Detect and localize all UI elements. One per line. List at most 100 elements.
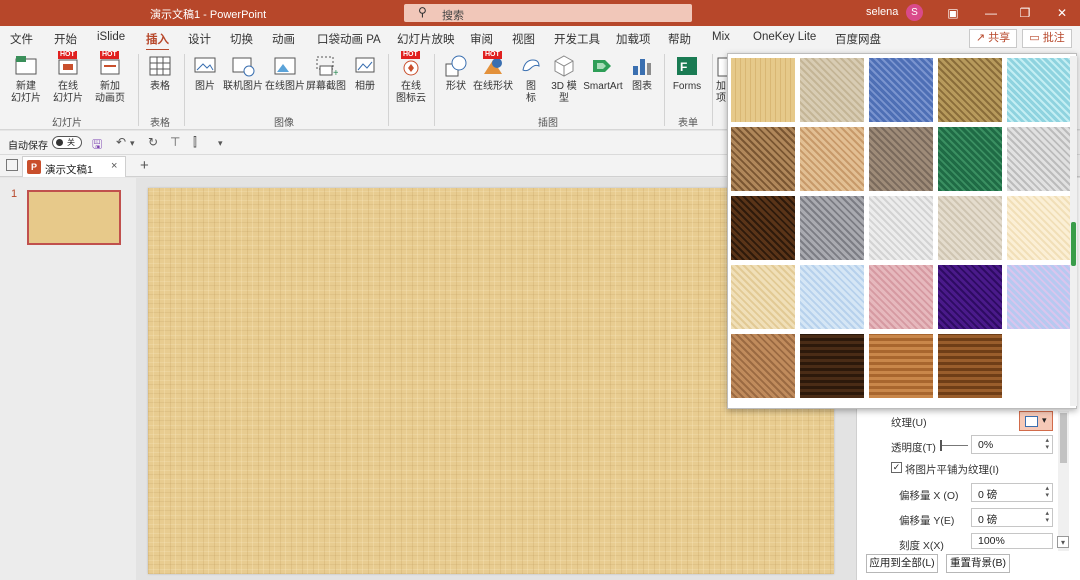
tab-review[interactable]: 审阅 — [470, 31, 493, 47]
user-name[interactable]: selena — [866, 6, 898, 18]
texture-swatch-brown-marble[interactable] — [731, 196, 795, 260]
comment-button[interactable]: ▭ 批注 — [1022, 29, 1072, 48]
texture-swatch-newsprint[interactable] — [869, 196, 933, 260]
texture-swatch-green-marble[interactable] — [938, 127, 1002, 191]
3d-model-button[interactable]: 3D 模 型 — [548, 54, 580, 105]
redo-icon[interactable]: ↻ — [148, 135, 158, 149]
tab-help[interactable]: 帮助 — [668, 31, 691, 47]
screenshot-button[interactable]: + 屏幕截图 — [306, 54, 346, 93]
album-button[interactable]: 相册 — [350, 54, 380, 93]
texture-swatch-white-marble[interactable] — [1007, 127, 1071, 191]
table-button[interactable]: 表格 — [145, 54, 175, 93]
transparency-slider[interactable] — [940, 440, 968, 451]
stepper-icon[interactable]: ▴ ▾ — [1045, 437, 1049, 451]
texture-swatch-pink-tissue-paper[interactable] — [869, 265, 933, 329]
texture-swatch-bouquet[interactable] — [1007, 265, 1071, 329]
ribbon-display-icon[interactable]: ▣ — [944, 4, 962, 22]
texture-swatch-medium-wood[interactable] — [938, 334, 1002, 398]
tab-mix[interactable]: Mix — [712, 31, 730, 43]
tab-view[interactable]: 视图 — [512, 31, 535, 47]
pane-scroll-thumb[interactable] — [1060, 413, 1067, 463]
scroll-down-icon[interactable]: ▾ — [1057, 536, 1069, 548]
texture-swatch-sand[interactable] — [869, 127, 933, 191]
icons-button[interactable]: 图 标 — [518, 54, 544, 105]
online-image-button[interactable]: 在线图片 — [265, 54, 305, 93]
tab-islide[interactable]: iSlide — [97, 31, 125, 43]
online-picture-button[interactable]: 联机图片 — [223, 54, 263, 93]
tab-design[interactable]: 设计 — [188, 31, 211, 47]
customize-qat-icon[interactable]: ▾ — [218, 138, 223, 149]
search-box[interactable]: ⚲ 搜索 — [404, 4, 692, 22]
slide-thumbnail[interactable] — [27, 190, 121, 245]
texture-swatch-water-droplets[interactable] — [1007, 58, 1071, 122]
tab-developer[interactable]: 开发工具 — [554, 31, 600, 47]
stepper-icon[interactable]: ▴ ▾ — [1045, 510, 1049, 524]
offset-x-field[interactable]: 0 磅 ▴ ▾ — [971, 483, 1053, 502]
tab-file[interactable]: 文件 — [10, 31, 33, 47]
texture-swatch-woven-mat[interactable] — [938, 58, 1002, 122]
online-shapes-button[interactable]: HOT 在线形状 — [473, 51, 513, 93]
forms-button[interactable]: F Forms — [670, 54, 704, 93]
texture-swatch-purple-mesh[interactable] — [938, 265, 1002, 329]
add-anim-page-button[interactable]: HOT 新加 动画页 — [90, 51, 130, 105]
close-tab-icon[interactable]: × — [111, 160, 117, 172]
texture-swatch-canvas[interactable] — [800, 58, 864, 122]
tab-addins[interactable]: 加载项 — [616, 31, 651, 47]
texture-swatch-walnut[interactable] — [800, 334, 864, 398]
restore-icon[interactable]: ❐ — [1016, 4, 1034, 22]
texture-swatch-recycled-paper[interactable] — [938, 196, 1002, 260]
save-icon[interactable]: 🖫 — [92, 135, 102, 156]
texture-swatch-stationery[interactable] — [731, 265, 795, 329]
group-forms-label: 表单 — [678, 118, 698, 129]
tab-onekey[interactable]: OneKey Lite — [753, 31, 816, 43]
avatar[interactable]: S — [906, 4, 923, 21]
navigation-icon[interactable] — [6, 159, 18, 171]
scale-x-field[interactable]: 100% — [971, 533, 1053, 549]
minimize-icon[interactable]: — — [982, 4, 1000, 22]
icon-cloud-button[interactable]: HOT 在线 图标云 — [394, 51, 428, 105]
document-tab[interactable]: P 演示文稿1 × — [22, 156, 126, 177]
tab-pocket-animation[interactable]: 口袋动画 PA — [317, 31, 381, 47]
texture-picker-button[interactable]: ▾ — [1019, 411, 1053, 431]
texture-swatch-parchment[interactable] — [1007, 196, 1071, 260]
close-icon[interactable]: ✕ — [1053, 4, 1071, 22]
tab-insert[interactable]: 插入 — [146, 31, 169, 51]
tab-transitions[interactable]: 切换 — [230, 31, 253, 47]
present-icon[interactable]: ⊤ — [170, 135, 180, 149]
add-tab-icon[interactable]: + — [140, 157, 149, 174]
slider-thumb[interactable] — [940, 440, 942, 451]
offset-y-field[interactable]: 0 磅 ▴ ▾ — [971, 508, 1053, 527]
tab-animations[interactable]: 动画 — [272, 31, 295, 47]
texture-swatch-papyrus[interactable] — [731, 58, 795, 122]
new-slide-button[interactable]: 新建 幻灯片 — [6, 54, 46, 105]
undo-icon[interactable]: ↶ — [116, 135, 126, 149]
new-slide-label: 新建 — [16, 81, 36, 92]
smartart-button[interactable]: SmartArt — [580, 54, 626, 93]
tab-home[interactable]: 开始 — [54, 31, 77, 47]
gallery-scroll-thumb[interactable] — [1071, 222, 1076, 266]
picture-button[interactable]: 图片 — [190, 54, 220, 93]
offset-y-value: 0 磅 — [978, 514, 998, 526]
share-button[interactable]: ↗ 共享 — [969, 29, 1017, 48]
apply-all-button[interactable]: 应用到全部(L) — [866, 554, 938, 573]
texture-swatch-oak[interactable] — [869, 334, 933, 398]
texture-swatch-blue-tissue-paper[interactable] — [800, 265, 864, 329]
chart-button[interactable]: 图表 — [628, 54, 656, 93]
tile-checkbox[interactable]: ✓ — [891, 462, 902, 473]
chart-mini-icon[interactable]: ⫿ — [193, 135, 197, 150]
online-slide-button[interactable]: HOT 在线 幻灯片 — [50, 51, 86, 105]
shapes-button[interactable]: 形状 — [441, 54, 471, 93]
texture-swatch-fish-fossil[interactable] — [800, 127, 864, 191]
autosave-toggle[interactable]: 关 — [52, 136, 82, 149]
texture-swatch-cork[interactable] — [731, 334, 795, 398]
texture-swatch-paper-bag[interactable] — [731, 127, 795, 191]
transparency-field[interactable]: 0% ▴ ▾ — [971, 435, 1053, 454]
tab-slideshow[interactable]: 幻灯片放映 — [397, 31, 455, 47]
stepper-icon[interactable]: ▴ ▾ — [1045, 485, 1049, 499]
texture-swatch-granite[interactable] — [800, 196, 864, 260]
texture-swatch-denim[interactable] — [869, 58, 933, 122]
reset-background-button[interactable]: 重置背景(B) — [946, 554, 1010, 573]
tab-baidu[interactable]: 百度网盘 — [835, 31, 881, 47]
pane-scrollbar[interactable] — [1058, 411, 1069, 551]
undo-dropdown-icon[interactable]: ▾ — [130, 138, 135, 149]
